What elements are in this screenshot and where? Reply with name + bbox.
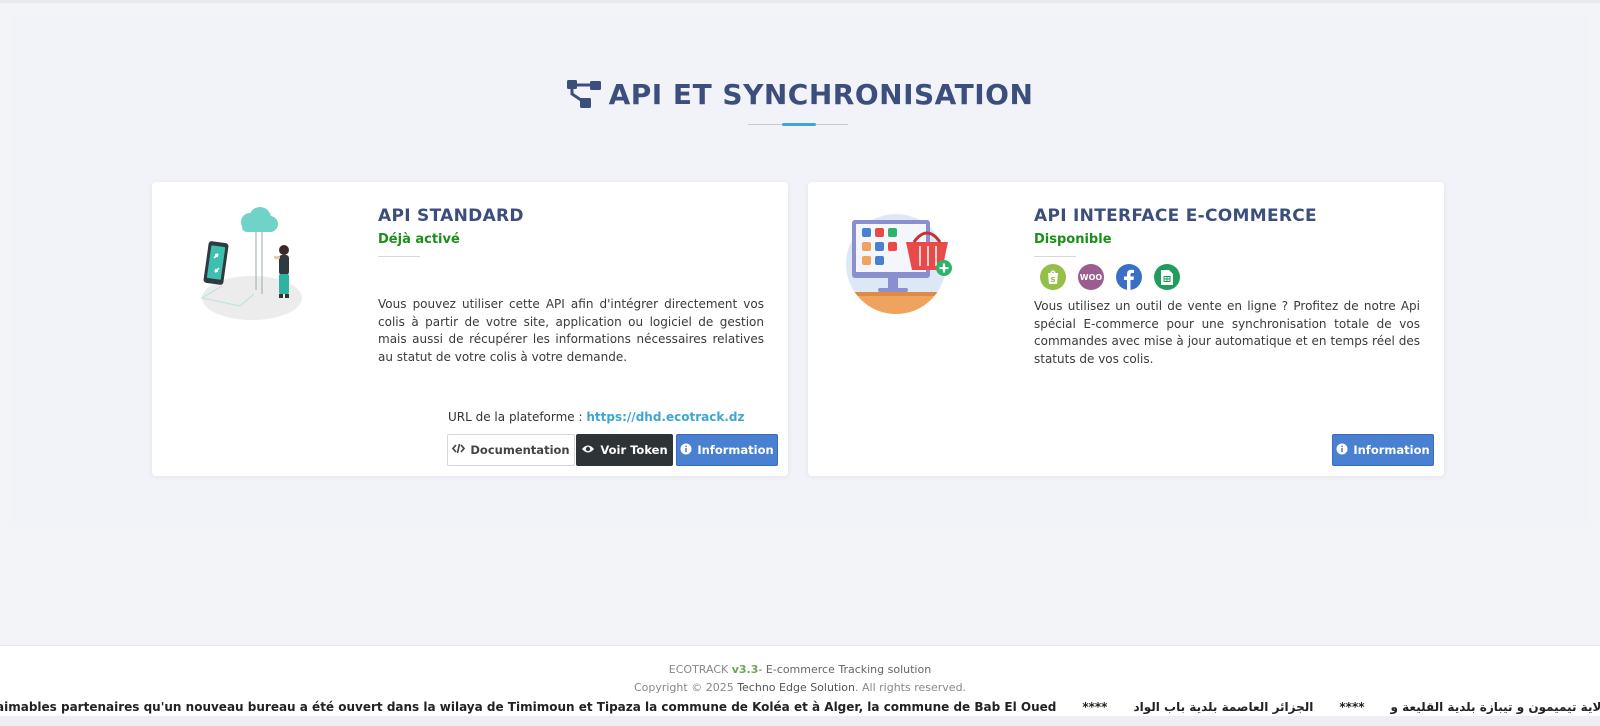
divider bbox=[1034, 256, 1076, 257]
section-title: API ET SYNCHRONISATION bbox=[0, 78, 1600, 115]
api-ecommerce-card: API INTERFACE E-COMMERCE Disponible S WO… bbox=[808, 182, 1444, 476]
footer-tagline: - E-commerce Tracking solution bbox=[758, 663, 932, 676]
copyright-prefix: Copyright © 2025 bbox=[633, 681, 738, 694]
ticker-text-ar-2: ام أنه تم فتح مكتب جديد على مستوى ولاية … bbox=[1390, 700, 1600, 714]
view-token-button-label: Voir Token bbox=[600, 443, 668, 457]
footer-version: v3.3 bbox=[731, 663, 759, 676]
ecommerce-monitor-illustration bbox=[844, 212, 954, 322]
cloud-phone-illustration bbox=[192, 202, 312, 322]
ticker-separator: **** bbox=[1082, 700, 1108, 714]
top-border bbox=[0, 0, 1600, 3]
section-title-text: API ET SYNCHRONISATION bbox=[608, 78, 1034, 111]
footer-copyright-line: Copyright © 2025 Techno Edge Solution. A… bbox=[0, 681, 1600, 694]
card-description: Vous utilisez un outil de vente en ligne… bbox=[1034, 299, 1420, 366]
status-badge: Déjà activé bbox=[378, 232, 460, 247]
documentation-button-label: Documentation bbox=[470, 443, 570, 457]
divider bbox=[378, 256, 420, 257]
facebook-icon[interactable] bbox=[1116, 264, 1142, 290]
information-button-label: Information bbox=[697, 443, 774, 457]
ticker-separator: **** bbox=[1339, 700, 1365, 714]
card-title: API STANDARD bbox=[378, 206, 524, 226]
information-button[interactable]: Information bbox=[1332, 434, 1434, 466]
shopify-icon[interactable]: S bbox=[1040, 264, 1066, 290]
company-name: Techno Edge Solution bbox=[737, 681, 856, 694]
card-title: API INTERFACE E-COMMERCE bbox=[1034, 206, 1317, 226]
news-ticker: aimables partenaires qu'un nouveau burea… bbox=[0, 698, 1600, 716]
view-token-button[interactable]: Voir Token bbox=[576, 434, 673, 466]
eye-icon bbox=[581, 443, 595, 457]
documentation-button[interactable]: Documentation bbox=[447, 434, 575, 466]
information-button-label: Information bbox=[1353, 443, 1430, 457]
integration-icons: S WOO bbox=[1040, 264, 1180, 290]
footer-version-line: ECOTRACK v3.3- E-commerce Tracking solut… bbox=[0, 663, 1600, 676]
platform-url-label: URL de la plateforme : bbox=[448, 410, 587, 424]
svg-text:S: S bbox=[1050, 276, 1055, 284]
info-circle-icon bbox=[1336, 443, 1348, 458]
card-description: Vous pouvez utiliser cette API afin d'in… bbox=[378, 297, 764, 364]
bottom-strip bbox=[0, 716, 1600, 726]
platform-url-line: URL de la plateforme : https://dhd.ecotr… bbox=[448, 410, 744, 424]
platform-url-link[interactable]: https://dhd.ecotrack.dz bbox=[586, 410, 744, 424]
sitemap-icon bbox=[566, 80, 601, 115]
title-underline bbox=[748, 123, 848, 127]
api-standard-card: API STANDARD Déjà activé Vous pouvez uti… bbox=[152, 182, 788, 476]
google-sheets-icon[interactable] bbox=[1154, 264, 1180, 290]
code-icon bbox=[452, 443, 466, 457]
information-button[interactable]: Information bbox=[676, 434, 778, 466]
footer-brand: ECOTRACK bbox=[668, 663, 729, 676]
ticker-text-ar-1: الجزائر العاصمة بلدية باب الواد bbox=[1133, 700, 1314, 714]
status-badge: Disponible bbox=[1034, 232, 1112, 247]
ticker-text-fr: aimables partenaires qu'un nouveau burea… bbox=[0, 700, 1057, 714]
info-circle-icon bbox=[680, 443, 692, 458]
woocommerce-label: WOO bbox=[1079, 272, 1103, 282]
copyright-suffix: . All rights reserved. bbox=[855, 681, 967, 694]
woocommerce-icon[interactable]: WOO bbox=[1078, 264, 1104, 290]
